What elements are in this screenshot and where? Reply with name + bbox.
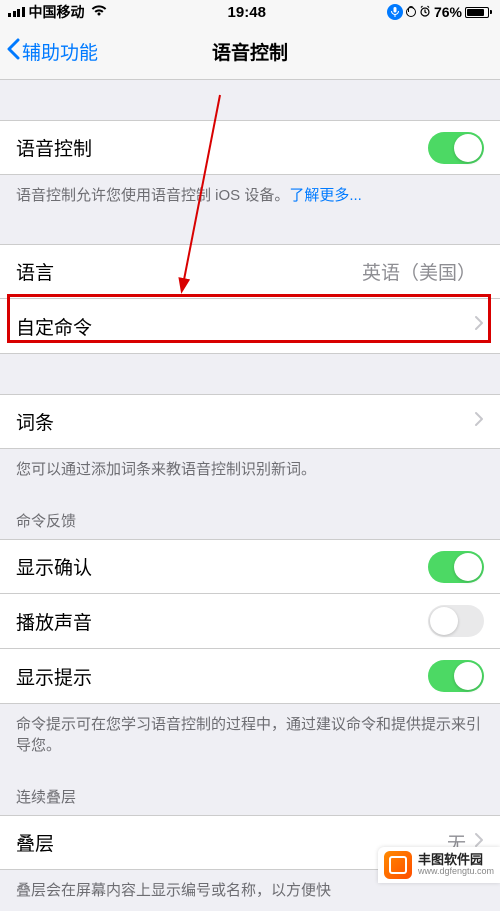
watermark: 丰图软件园 www.dgfengtu.com xyxy=(378,847,500,883)
vocabulary-row[interactable]: 词条 xyxy=(0,394,500,449)
status-right: 76% xyxy=(387,4,492,21)
play-sound-toggle[interactable] xyxy=(428,605,484,637)
mic-status-icon xyxy=(387,4,403,20)
command-feedback-footer: 命令提示可在您学习语音控制的过程中，通过建议命令和提供提示来引导您。 xyxy=(0,704,500,766)
battery-percent: 76% xyxy=(434,4,462,20)
nav-bar: 辅助功能 语音控制 xyxy=(0,24,500,80)
wifi-icon xyxy=(91,4,107,20)
language-label: 语言 xyxy=(16,258,362,285)
language-row[interactable]: 语言 英语（美国） xyxy=(0,244,500,299)
voice-control-row[interactable]: 语音控制 xyxy=(0,120,500,175)
play-sound-row[interactable]: 播放声音 xyxy=(0,594,500,649)
show-confirm-row[interactable]: 显示确认 xyxy=(0,539,500,594)
status-time: 19:48 xyxy=(228,4,266,21)
watermark-title: 丰图软件园 xyxy=(418,853,494,867)
status-left: 中国移动 xyxy=(8,2,107,22)
watermark-url: www.dgfengtu.com xyxy=(418,867,494,877)
status-bar: 中国移动 19:48 76% xyxy=(0,0,500,24)
command-feedback-header: 命令反馈 xyxy=(0,490,500,539)
overlay-header: 连续叠层 xyxy=(0,766,500,815)
voice-control-footer: 语音控制允许您使用语音控制 iOS 设备。了解更多... xyxy=(0,175,500,216)
chevron-right-icon xyxy=(474,315,484,337)
custom-commands-row[interactable]: 自定命令 xyxy=(0,299,500,354)
carrier-label: 中国移动 xyxy=(29,2,85,22)
chevron-left-icon xyxy=(6,38,20,66)
watermark-logo-icon xyxy=(384,851,412,879)
chevron-right-icon xyxy=(474,411,484,433)
show-hint-label: 显示提示 xyxy=(16,663,428,690)
custom-commands-label: 自定命令 xyxy=(16,313,474,340)
battery-icon xyxy=(465,7,492,18)
language-value: 英语（美国） xyxy=(362,258,476,285)
learn-more-link[interactable]: 了解更多... xyxy=(289,187,362,204)
show-hint-row[interactable]: 显示提示 xyxy=(0,649,500,704)
lock-icon xyxy=(406,4,416,21)
show-hint-toggle[interactable] xyxy=(428,660,484,692)
show-confirm-toggle[interactable] xyxy=(428,551,484,583)
show-confirm-label: 显示确认 xyxy=(16,553,428,580)
vocabulary-label: 词条 xyxy=(16,408,474,435)
play-sound-label: 播放声音 xyxy=(16,608,428,635)
page-title: 语音控制 xyxy=(212,38,288,65)
voice-control-toggle[interactable] xyxy=(428,132,484,164)
vocabulary-footer: 您可以通过添加词条来教语音控制识别新词。 xyxy=(0,449,500,490)
back-button[interactable]: 辅助功能 xyxy=(0,38,98,66)
signal-icon xyxy=(8,7,25,17)
voice-control-label: 语音控制 xyxy=(16,134,428,161)
alarm-icon xyxy=(419,4,431,20)
back-label: 辅助功能 xyxy=(22,38,98,65)
